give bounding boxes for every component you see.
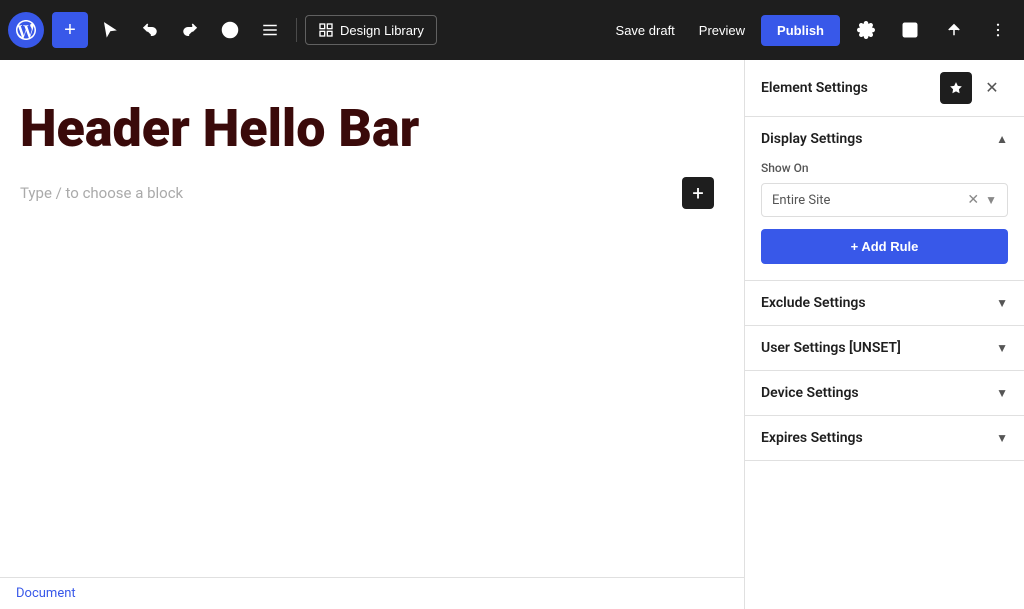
canvas[interactable]: Header Hello Bar Type / to choose a bloc… (0, 60, 744, 609)
show-on-clear-button[interactable]: ✕ (967, 192, 979, 208)
display-settings-chevron-icon: ▲ (996, 132, 1008, 146)
expires-settings-section: Expires Settings ▼ (745, 416, 1024, 461)
document-link[interactable]: Document (0, 577, 744, 609)
extras-button[interactable] (936, 12, 972, 48)
panel-star-button[interactable] (940, 72, 972, 104)
post-type-button[interactable] (892, 12, 928, 48)
toolbar-divider (296, 18, 297, 42)
panel-close-button[interactable]: ✕ (976, 72, 1008, 104)
panel-header-actions: ✕ (940, 72, 1008, 104)
display-settings-label: Display Settings (761, 131, 862, 147)
display-settings-header[interactable]: Display Settings ▲ (745, 117, 1024, 161)
toolbar-right-actions: Save draft Preview Publish (608, 12, 1016, 48)
exclude-settings-header[interactable]: Exclude Settings ▼ (745, 281, 1024, 325)
select-tool-button[interactable] (92, 12, 128, 48)
info-button[interactable] (212, 12, 248, 48)
save-draft-button[interactable]: Save draft (608, 17, 683, 44)
add-block-canvas-button[interactable]: + (682, 177, 714, 209)
user-settings-section: User Settings [UNSET] ▼ (745, 326, 1024, 371)
more-options-button[interactable] (980, 12, 1016, 48)
show-on-field[interactable]: Entire Site ✕ ▼ (761, 183, 1008, 217)
settings-button[interactable] (848, 12, 884, 48)
exclude-settings-chevron-icon: ▼ (996, 296, 1008, 310)
add-rule-button[interactable]: + Add Rule (761, 229, 1008, 264)
user-settings-header[interactable]: User Settings [UNSET] ▼ (745, 326, 1024, 370)
list-view-button[interactable] (252, 12, 288, 48)
canvas-placeholder-row: Type / to choose a block + (20, 177, 714, 209)
exclude-settings-label: Exclude Settings (761, 295, 866, 311)
expires-settings-label: Expires Settings (761, 430, 863, 446)
right-panel: Element Settings ✕ Display Settings ▲ Sh… (744, 60, 1024, 609)
panel-header: Element Settings ✕ (745, 60, 1024, 117)
exclude-settings-section: Exclude Settings ▼ (745, 281, 1024, 326)
display-settings-section: Display Settings ▲ Show On Entire Site ✕… (745, 117, 1024, 281)
placeholder-text: Type / to choose a block (20, 184, 183, 202)
device-settings-header[interactable]: Device Settings ▼ (745, 371, 1024, 415)
top-toolbar: + (0, 0, 1024, 60)
show-on-dropdown-icon[interactable]: ▼ (985, 193, 997, 207)
device-settings-label: Device Settings (761, 385, 859, 401)
device-settings-chevron-icon: ▼ (996, 386, 1008, 400)
design-library-button[interactable]: Design Library (305, 15, 437, 45)
undo-button[interactable] (132, 12, 168, 48)
main-area: Header Hello Bar Type / to choose a bloc… (0, 60, 1024, 609)
show-on-label: Show On (761, 161, 1008, 175)
show-on-value: Entire Site (772, 193, 967, 208)
device-settings-section: Device Settings ▼ (745, 371, 1024, 416)
expires-settings-header[interactable]: Expires Settings ▼ (745, 416, 1024, 460)
display-settings-content: Show On Entire Site ✕ ▼ + Add Rule (745, 161, 1024, 280)
user-settings-label: User Settings [UNSET] (761, 340, 901, 356)
canvas-content: Header Hello Bar Type / to choose a bloc… (0, 60, 744, 577)
wp-logo-button[interactable] (8, 12, 44, 48)
publish-button[interactable]: Publish (761, 15, 840, 46)
add-block-button[interactable]: + (52, 12, 88, 48)
panel-title: Element Settings (761, 80, 868, 96)
expires-settings-chevron-icon: ▼ (996, 431, 1008, 445)
page-title: Header Hello Bar (20, 100, 714, 157)
preview-button[interactable]: Preview (691, 17, 753, 44)
user-settings-chevron-icon: ▼ (996, 341, 1008, 355)
redo-button[interactable] (172, 12, 208, 48)
